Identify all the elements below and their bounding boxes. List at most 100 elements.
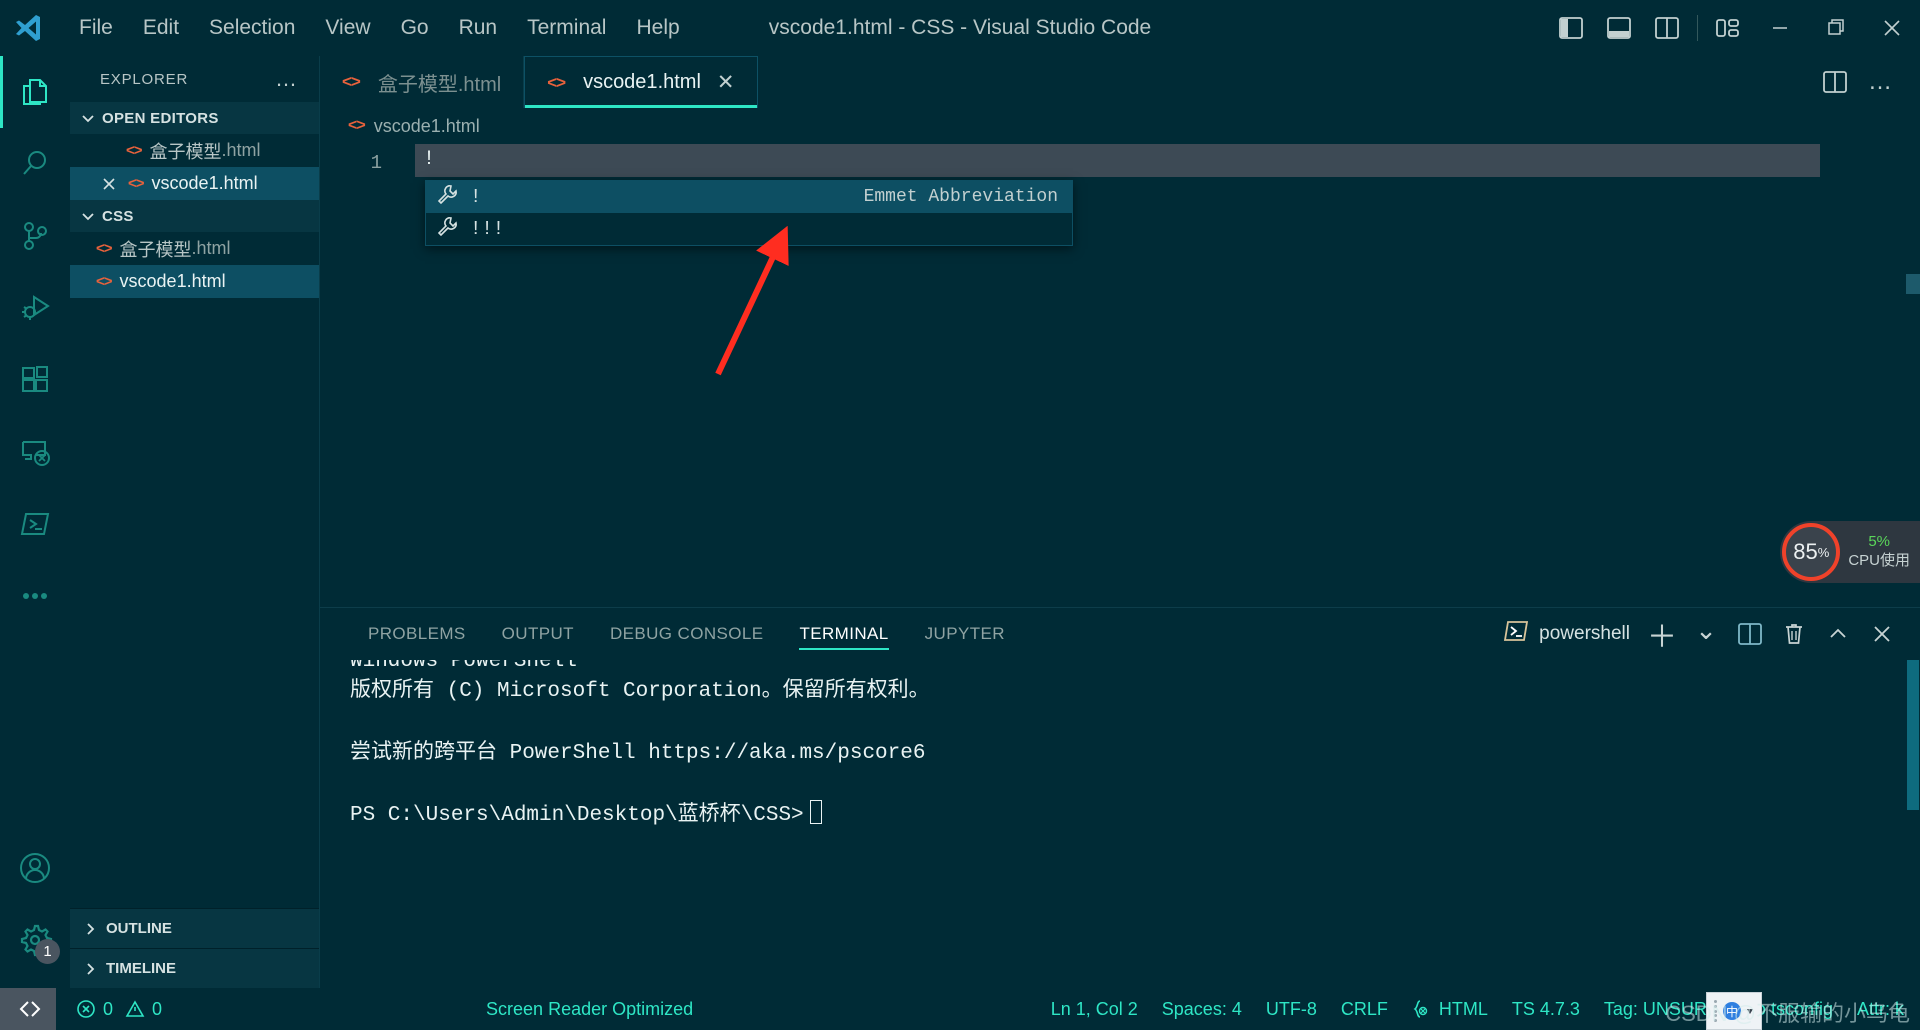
close-button[interactable] <box>1864 0 1920 56</box>
list-item[interactable]: <> 盒子模型 .html <box>70 134 319 167</box>
menu-bar[interactable]: File Edit Selection View Go Run Terminal… <box>64 10 695 46</box>
language-mode-status[interactable]: HTML <box>1400 988 1500 1030</box>
cpu-usage-widget[interactable]: 85% 5% CPU使用 <box>1780 521 1920 583</box>
open-editor-label-cn: 盒子模型 <box>149 141 222 162</box>
manage-settings-button[interactable]: 1 <box>0 904 70 976</box>
tab-jupyter[interactable]: JUPYTER <box>907 608 1023 660</box>
close-panel-button[interactable] <box>1862 612 1902 656</box>
tab-output[interactable]: OUTPUT <box>484 608 592 660</box>
editor-more-actions-icon[interactable]: … <box>1860 60 1902 104</box>
terminal-scrollbar-thumb[interactable] <box>1907 660 1919 810</box>
tab-label-ext: .html <box>657 71 701 93</box>
menu-run[interactable]: Run <box>444 10 513 46</box>
terminal-shell-selector[interactable]: powershell <box>1503 619 1638 649</box>
list-item[interactable]: <> vscode1 .html <box>70 265 319 298</box>
editor-tabs: <> 盒子模型.html <> vscode1.html ✕ … <box>320 56 1920 108</box>
menu-go[interactable]: Go <box>386 10 444 46</box>
section-outline[interactable]: OUTLINE <box>70 908 319 948</box>
cpu-usage-label: CPU使用 <box>1848 552 1910 569</box>
list-item[interactable]: <> 盒子模型 .html <box>70 232 319 265</box>
list-item[interactable]: <> vscode1 .html <box>70 167 319 200</box>
close-icon[interactable] <box>96 176 122 192</box>
page-title: EXPLORER <box>100 70 189 88</box>
file-label-ext: .html <box>191 238 231 258</box>
suggestion-widget[interactable]: ! Emmet Abbreviation !!! <box>425 180 1073 246</box>
open-editor-label-ext: .html <box>221 140 261 160</box>
sidebar-item-additional-views[interactable] <box>0 560 70 632</box>
section-folder-css[interactable]: CSS <box>70 200 319 232</box>
breadcrumb[interactable]: <> vscode1.html <box>320 108 1920 144</box>
panel-tabs: PROBLEMS OUTPUT DEBUG CONSOLE TERMINAL J… <box>320 608 1920 660</box>
suggestion-detail: Emmet Abbreviation <box>863 187 1058 207</box>
sidebar-item-terminal[interactable] <box>0 488 70 560</box>
remote-window-indicator[interactable] <box>0 988 56 1030</box>
chevron-down-icon <box>82 115 94 123</box>
indentation-status[interactable]: Spaces: 4 <box>1150 988 1254 1030</box>
html-icon: <> <box>348 117 366 134</box>
tab-terminal[interactable]: TERMINAL <box>781 608 906 660</box>
terminal-profile-dropdown-icon[interactable]: ⌄ <box>1686 612 1726 656</box>
menu-file[interactable]: File <box>64 10 128 46</box>
sidebar-item-run-and-debug[interactable] <box>0 272 70 344</box>
eol-status[interactable]: CRLF <box>1329 988 1400 1030</box>
maximize-panel-button[interactable] <box>1818 612 1858 656</box>
encoding-status[interactable]: UTF-8 <box>1254 988 1329 1030</box>
html-icon: <> <box>96 240 113 257</box>
sidebar-header: EXPLORER … <box>70 56 319 102</box>
sidebar-collapsed-sections: OUTLINE TIMELINE <box>70 908 319 988</box>
html-icon: <> <box>126 142 143 159</box>
error-icon <box>77 1000 95 1018</box>
tab-boxmodel[interactable]: <> 盒子模型.html <box>320 56 525 108</box>
ime-candidate-popup[interactable]: 中 <box>1706 992 1762 1030</box>
menu-view[interactable]: View <box>310 10 385 46</box>
accounts-button[interactable] <box>0 832 70 904</box>
split-terminal-button[interactable] <box>1730 612 1770 656</box>
menu-help[interactable]: Help <box>621 10 694 46</box>
suggestion-item[interactable]: ! Emmet Abbreviation <box>426 181 1072 213</box>
cpu-usage-percent: 85 <box>1793 539 1818 564</box>
close-icon[interactable]: ✕ <box>717 70 735 95</box>
attr-status[interactable]: Attr: k <box>1845 988 1916 1030</box>
typescript-version-status[interactable]: TS 4.7.3 <box>1500 988 1592 1030</box>
open-editor-label-cn: vscode1 <box>151 173 219 193</box>
section-open-editors[interactable]: OPEN EDITORS <box>70 102 319 134</box>
terminal-output[interactable]: Windows PowerShell 版权所有 (C) Microsoft Co… <box>320 660 1906 988</box>
kill-terminal-button[interactable] <box>1774 612 1814 656</box>
sidebar-item-search[interactable] <box>0 128 70 200</box>
menu-selection[interactable]: Selection <box>194 10 310 46</box>
ime-drag-handle[interactable] <box>1713 1000 1719 1022</box>
section-outline-label: OUTLINE <box>106 920 172 937</box>
terminal-scrollbar[interactable] <box>1906 660 1920 988</box>
tab-problems[interactable]: PROBLEMS <box>350 608 484 660</box>
screen-reader-status[interactable]: Screen Reader Optimized <box>474 988 705 1030</box>
tab-vscode1[interactable]: <> vscode1.html ✕ <box>524 56 758 108</box>
menu-edit[interactable]: Edit <box>128 10 194 46</box>
ime-expand-icon[interactable] <box>1745 1000 1755 1022</box>
sidebar-more-actions-icon[interactable]: … <box>275 68 299 90</box>
toggle-primary-sidebar-icon[interactable] <box>1547 0 1595 56</box>
sidebar-item-extensions[interactable] <box>0 344 70 416</box>
editor-tab-actions: … <box>1814 56 1920 108</box>
minimize-button[interactable] <box>1752 0 1808 56</box>
suggestion-item[interactable]: !!! <box>426 213 1072 245</box>
open-editor-label-ext: .html <box>218 173 258 193</box>
toggle-secondary-sidebar-icon[interactable] <box>1643 0 1691 56</box>
customize-layout-icon[interactable] <box>1704 0 1752 56</box>
editor-scrollbar[interactable] <box>1906 274 1920 294</box>
maximize-button[interactable] <box>1808 0 1864 56</box>
section-timeline[interactable]: TIMELINE <box>70 948 319 988</box>
sidebar-item-explorer[interactable] <box>0 56 70 128</box>
current-line-highlight <box>415 144 1820 177</box>
sidebar-item-remote-explorer[interactable] <box>0 416 70 488</box>
toggle-panel-icon[interactable] <box>1595 0 1643 56</box>
new-terminal-button[interactable]: ＋ <box>1642 612 1682 656</box>
menu-terminal[interactable]: Terminal <box>512 10 621 46</box>
cursor-position-status[interactable]: Ln 1, Col 2 <box>1039 988 1150 1030</box>
sidebar-item-source-control[interactable] <box>0 200 70 272</box>
split-editor-right-icon[interactable] <box>1814 60 1856 104</box>
warning-count: 0 <box>152 998 163 1019</box>
cpu-usage-ring: 85% <box>1782 523 1841 581</box>
problems-status[interactable]: 0 0 <box>64 988 174 1030</box>
ime-chinese-icon[interactable]: 中 <box>1721 1000 1743 1022</box>
tab-debug-console[interactable]: DEBUG CONSOLE <box>592 608 782 660</box>
